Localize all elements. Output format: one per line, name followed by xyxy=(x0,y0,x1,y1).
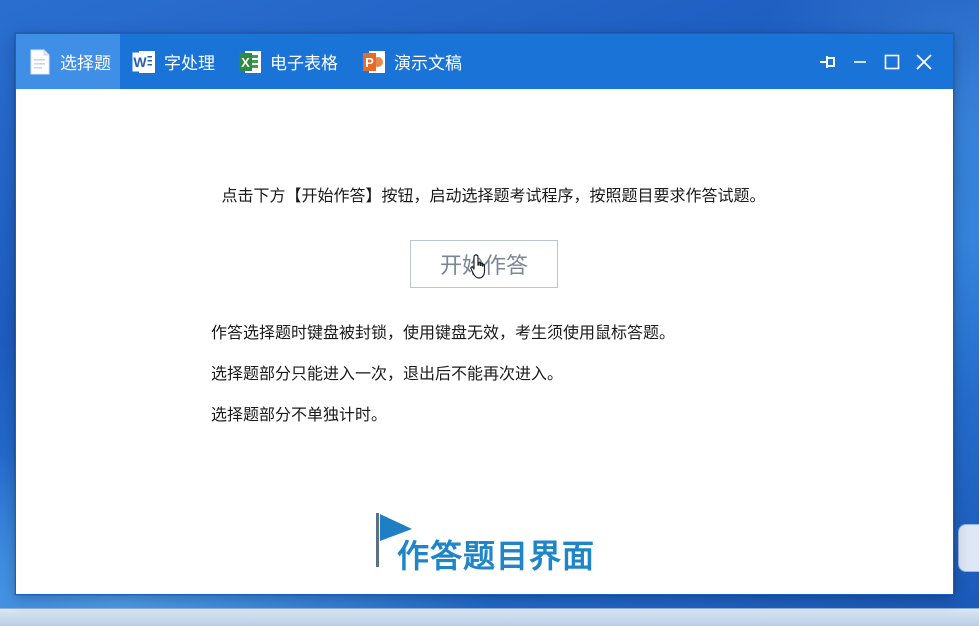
maximize-button[interactable] xyxy=(878,48,906,76)
svg-text:X: X xyxy=(241,55,250,70)
close-button[interactable] xyxy=(910,48,938,76)
minimize-icon xyxy=(854,61,866,63)
maximize-icon xyxy=(884,54,900,70)
tab-label: 电子表格 xyxy=(270,54,338,74)
powerpoint-icon: P xyxy=(363,50,385,73)
note-no-separate-timing: 选择题部分不单独计时。 xyxy=(211,405,388,424)
tab-label: 字处理 xyxy=(164,54,215,74)
video-caption: 作答题目界面 xyxy=(397,537,596,575)
exam-window: 选择题 W 字处理 X 电子表格 P 演示文稿 点击下方【开始作答】按钮，启动选… xyxy=(15,33,954,595)
taskbar xyxy=(0,608,979,626)
tab-spreadsheet[interactable]: X 电子表格 xyxy=(238,34,350,89)
instruction-text: 点击下方【开始作答】按钮，启动选择题考试程序，按照题目要求作答试题。 xyxy=(221,186,766,205)
mouse-cursor-icon xyxy=(470,254,486,279)
desktop-side-widget[interactable] xyxy=(958,524,979,572)
excel-icon: X xyxy=(239,50,261,73)
svg-text:W: W xyxy=(133,54,147,70)
word-icon: W xyxy=(132,50,155,73)
pin-button[interactable] xyxy=(814,48,842,76)
svg-text:P: P xyxy=(365,55,374,70)
minimize-button[interactable] xyxy=(846,48,874,76)
tab-label: 演示文稿 xyxy=(394,54,462,74)
document-icon xyxy=(30,49,50,74)
tab-choice-questions[interactable]: 选择题 xyxy=(16,34,120,89)
pin-icon xyxy=(820,56,835,68)
exam-content: 点击下方【开始作答】按钮，启动选择题考试程序，按照题目要求作答试题。 开始作答 … xyxy=(16,89,953,594)
close-icon xyxy=(916,54,932,70)
note-keyboard-locked: 作答选择题时键盘被封锁，使用键盘无效，考生须使用鼠标答题。 xyxy=(211,323,676,342)
note-single-entry: 选择题部分只能进入一次，退出后不能再次进入。 xyxy=(211,364,564,383)
tab-presentation[interactable]: P 演示文稿 xyxy=(362,34,474,89)
tab-word-processing[interactable]: W 字处理 xyxy=(132,34,228,89)
tab-label: 选择题 xyxy=(60,54,111,74)
title-bar: 选择题 W 字处理 X 电子表格 P 演示文稿 xyxy=(16,34,953,89)
